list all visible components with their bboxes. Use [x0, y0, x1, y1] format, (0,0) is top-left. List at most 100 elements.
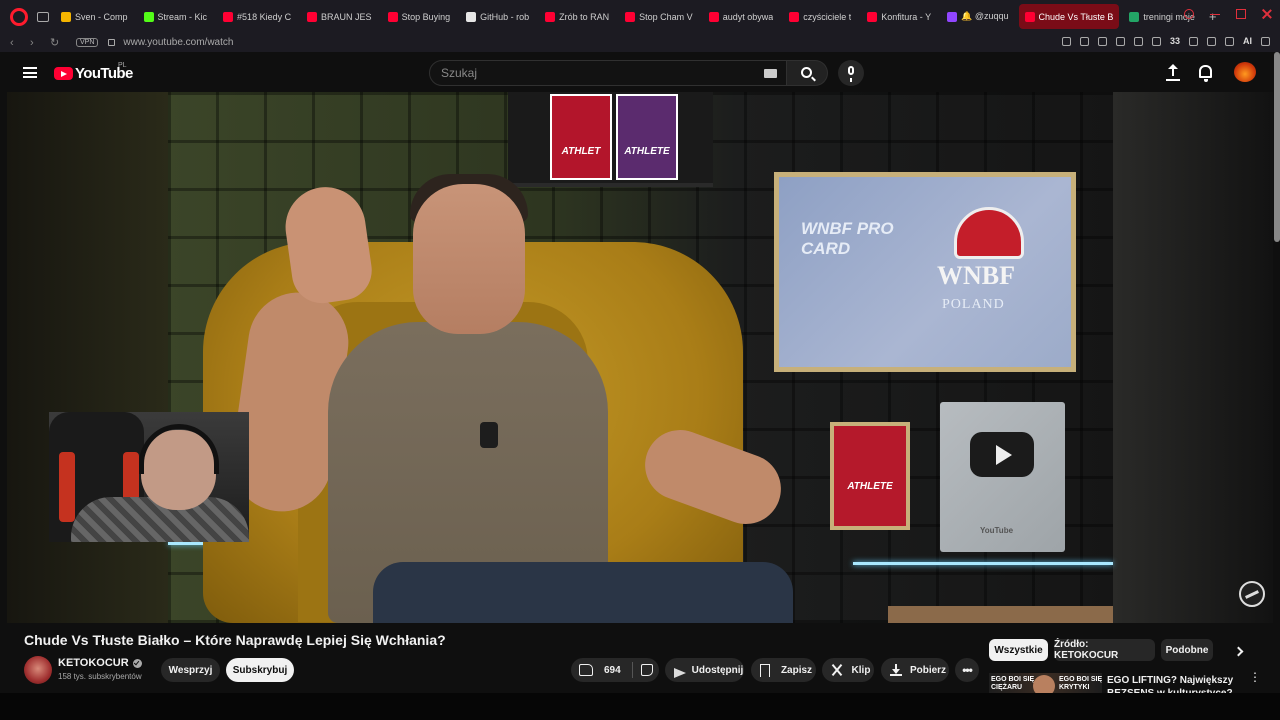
- like-dislike-group: 694: [571, 658, 659, 682]
- browser-tab[interactable]: Stream - Kic: [138, 4, 214, 29]
- user-avatar[interactable]: [1234, 62, 1256, 82]
- region-code: PL: [118, 62, 127, 69]
- search-button[interactable]: [787, 60, 828, 86]
- award-diploma-1: ATHLET: [550, 94, 612, 180]
- window-controls: [1184, 9, 1272, 19]
- download-button[interactable]: Pobierz: [881, 658, 949, 682]
- extension-a-icon[interactable]: [1151, 36, 1161, 46]
- download-icon: [890, 664, 902, 676]
- save-button[interactable]: Zapisz: [751, 658, 816, 682]
- browser-tab[interactable]: audyt obywa: [703, 4, 780, 29]
- video-player[interactable]: ATHLET ATHLETE WNBF PRO CARD WNBF POLAND…: [7, 92, 1273, 623]
- like-count[interactable]: 694: [604, 665, 621, 676]
- chip-source[interactable]: Źródło: KETOKOCUR: [1054, 639, 1155, 661]
- support-button[interactable]: Wesprzyj: [161, 658, 220, 682]
- person-jeans: [373, 562, 793, 623]
- browser-tab[interactable]: Sven - Comp: [55, 4, 134, 29]
- recommended-more-icon[interactable]: ⋮: [1249, 671, 1261, 683]
- thumbnail-text-right: EGO BOI SIĘ KRYTYKI: [1059, 676, 1102, 691]
- tab-label: czyściciele t: [803, 11, 852, 22]
- search-input[interactable]: Szukaj: [429, 60, 787, 86]
- forward-icon[interactable]: ›: [30, 37, 40, 49]
- menu-icon[interactable]: [1261, 36, 1270, 46]
- browser-tab[interactable]: GitHub - rob: [460, 4, 535, 29]
- maximize-icon[interactable]: [1236, 9, 1246, 19]
- gaming-chair-accent: [59, 452, 75, 522]
- page-scrollbar[interactable]: [1274, 52, 1280, 242]
- shield-icon[interactable]: [1097, 36, 1107, 46]
- bookmark-icon[interactable]: [1061, 36, 1071, 46]
- silver-award-label: YouTube: [980, 526, 1014, 535]
- share-label: Udostępnij: [691, 664, 744, 676]
- vpn-badge[interactable]: VPN: [76, 38, 99, 47]
- battery-icon[interactable]: [1189, 36, 1198, 46]
- toolbar-icons: 33 AI: [1061, 36, 1270, 46]
- award-diploma-2: ATHLETE: [616, 94, 678, 180]
- channel-avatar[interactable]: [24, 656, 52, 684]
- browser-tab[interactable]: czyściciele t: [783, 4, 857, 29]
- opera-logo-icon[interactable]: [10, 7, 28, 26]
- wooden-desk: [888, 606, 1113, 623]
- hamburger-menu-icon[interactable]: [23, 67, 37, 78]
- tab-favicon-icon: [387, 11, 398, 22]
- url-field[interactable]: www.youtube.com/watch: [123, 37, 233, 48]
- browser-tab[interactable]: BRAUN JES: [301, 4, 378, 29]
- upload-icon[interactable]: [1166, 64, 1180, 81]
- download-label: Pobierz: [909, 664, 947, 676]
- tab-menu-icon[interactable]: [37, 11, 49, 22]
- extension-badge[interactable]: 33: [1170, 36, 1180, 46]
- chip-related[interactable]: Podobne: [1161, 639, 1213, 661]
- browser-tab[interactable]: 🔔 @zuqqu: [941, 4, 1014, 29]
- browser-tab[interactable]: Konfitura - Y: [861, 4, 937, 29]
- verified-icon: [132, 658, 142, 668]
- scissors-icon: [831, 664, 843, 676]
- tab-favicon-icon: [708, 11, 719, 22]
- microphone-icon: [848, 66, 854, 82]
- tab-label: Zrób to RAN: [559, 11, 610, 22]
- video-title: Chude Vs Tłuste Białko – Które Naprawdę …: [24, 632, 446, 648]
- tab-favicon-icon: [1129, 11, 1140, 22]
- minimize-icon[interactable]: [1210, 9, 1220, 15]
- person-head: [413, 184, 525, 334]
- tab-favicon-icon: [789, 11, 800, 22]
- channel-watermark-icon[interactable]: [1239, 581, 1265, 607]
- keyboard-icon[interactable]: [764, 69, 777, 78]
- browser-tab[interactable]: Chude Vs Tłuste B: [1018, 4, 1120, 29]
- profile-icon[interactable]: [1225, 36, 1234, 46]
- chevron-right-icon[interactable]: [1233, 646, 1244, 657]
- browser-tab[interactable]: Zrób to RAN: [539, 4, 615, 29]
- reload-icon[interactable]: ↻: [50, 36, 60, 49]
- share-button[interactable]: Udostępnij: [665, 658, 744, 682]
- back-icon[interactable]: ‹: [10, 37, 20, 49]
- ai-button[interactable]: AI: [1243, 36, 1252, 46]
- clip-button[interactable]: Klip: [822, 658, 874, 682]
- browser-tab-bar: Sven - Comp Stream - Kic #518 Kiedy C BRAUN…: [0, 0, 1280, 33]
- play-icon[interactable]: [1115, 36, 1125, 46]
- chip-all[interactable]: Wszystkie: [989, 639, 1048, 661]
- channel-name[interactable]: KETOKOCUR: [58, 657, 142, 669]
- browser-tab[interactable]: #518 Kiedy C: [217, 4, 297, 29]
- youtube-logo[interactable]: YouTube PL: [54, 62, 133, 82]
- extensions-icon[interactable]: [1207, 36, 1216, 46]
- snapshot-icon[interactable]: [1079, 36, 1089, 46]
- voice-search-button[interactable]: [838, 60, 864, 86]
- tab-list: Sven - Comp Stream - Kic #518 Kiedy C BRAUN…: [55, 4, 1205, 29]
- youtube-play-icon: [54, 67, 73, 80]
- browser-tab[interactable]: Stop Cham V: [619, 4, 699, 29]
- tab-label: Stop Buying: [401, 11, 451, 22]
- poland-text: POLAND: [942, 297, 1005, 312]
- lock-icon[interactable]: [108, 39, 116, 46]
- video-frame: ATHLET ATHLETE WNBF PRO CARD WNBF POLAND…: [168, 92, 1113, 623]
- heart-icon[interactable]: [1133, 36, 1143, 46]
- tab-search-icon[interactable]: [1184, 9, 1194, 19]
- tab-label: GitHub - rob: [480, 11, 530, 22]
- like-icon[interactable]: [579, 664, 593, 676]
- search-icon: [801, 67, 812, 78]
- close-icon[interactable]: [1262, 9, 1272, 19]
- dislike-icon[interactable]: [640, 664, 653, 676]
- more-actions-button[interactable]: •••: [955, 658, 979, 682]
- notifications-bell-icon[interactable]: [1199, 65, 1212, 82]
- tab-favicon-icon: [625, 11, 636, 22]
- subscribe-button[interactable]: Subskrybuj: [226, 658, 294, 682]
- browser-tab[interactable]: Stop Buying: [382, 4, 457, 29]
